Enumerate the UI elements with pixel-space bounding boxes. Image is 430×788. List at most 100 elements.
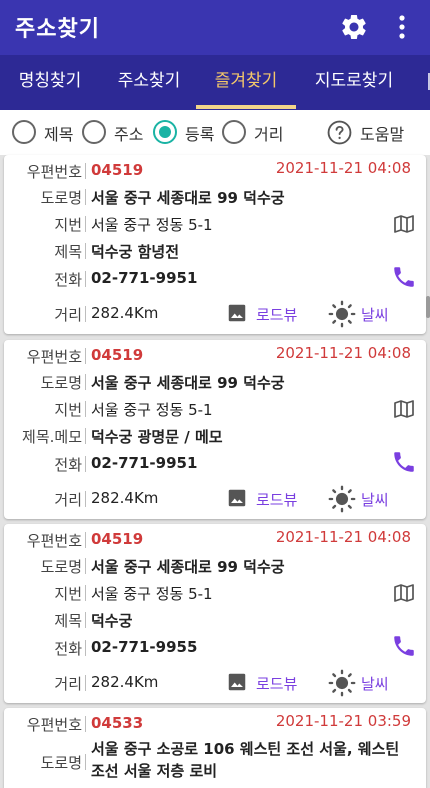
phone-number[interactable]: 02-771-9951: [91, 269, 197, 287]
divider: [85, 716, 86, 732]
jibun-label: 지번: [54, 401, 82, 419]
road-address[interactable]: 서울 중구 세종대로 99 덕수궁: [91, 187, 285, 208]
divider: [85, 348, 86, 364]
registered-date: 2021-11-21 03:59: [275, 712, 411, 730]
road-address[interactable]: 서울 중구 세종대로 99 덕수궁: [91, 372, 285, 393]
phone-number[interactable]: 02-771-9955: [91, 638, 197, 656]
place-title: 덕수궁: [91, 612, 133, 630]
zip-label: 우편번호: [26, 716, 82, 734]
sun-icon[interactable]: [328, 669, 356, 697]
road-label: 도로명: [40, 374, 82, 392]
divider: [85, 428, 86, 444]
divider: [85, 401, 86, 417]
tab-indicator: [196, 105, 296, 109]
phone-icon[interactable]: [391, 264, 417, 290]
phone-label: 전화: [54, 640, 82, 658]
divider: [85, 675, 86, 691]
divider: [85, 243, 86, 259]
radio-address-label[interactable]: 주소: [114, 121, 143, 145]
roadview-button[interactable]: 로드뷰: [256, 304, 297, 325]
road-address[interactable]: 서울 중구 세종대로 99 덕수궁: [91, 556, 285, 577]
weather-button[interactable]: 날씨: [361, 304, 389, 325]
radio-title[interactable]: [12, 120, 36, 144]
sun-icon[interactable]: [328, 485, 356, 513]
gear-icon[interactable]: [339, 12, 369, 42]
zip-code: 04519: [91, 346, 144, 364]
zip-code: 04519: [91, 161, 144, 179]
divider: [85, 491, 86, 507]
divider: [85, 374, 86, 390]
favorite-card[interactable]: 우편번호 04519 2021-11-21 04:08 도로명 서울 중구 세종…: [4, 524, 426, 703]
map-icon[interactable]: [391, 212, 417, 236]
divider: [85, 558, 86, 574]
divider: [85, 216, 86, 232]
distance-value: 282.4Km: [91, 304, 159, 322]
distance-value: 282.4Km: [91, 673, 159, 691]
map-icon[interactable]: [391, 581, 417, 605]
title-label: 제목: [54, 243, 82, 261]
app-title: 주소찾기: [15, 17, 100, 42]
radio-registered[interactable]: [153, 120, 177, 144]
road-label: 도로명: [40, 558, 82, 576]
title-label: 제목: [54, 612, 82, 630]
tab-favorites[interactable]: 즐겨찾기: [196, 55, 296, 110]
zip-label: 우편번호: [26, 532, 82, 550]
favorite-card[interactable]: 우편번호 04519 2021-11-21 04:08 도로명 서울 중구 세종…: [4, 155, 426, 334]
sort-options: 제목 주소 등록 거리 도움말: [0, 110, 430, 155]
phone-number[interactable]: 02-771-9951: [91, 454, 197, 472]
divider: [85, 754, 86, 770]
registered-date: 2021-11-21 04:08: [275, 159, 411, 177]
tab-address-search[interactable]: 주소찾기: [101, 55, 197, 110]
radio-distance[interactable]: [222, 120, 246, 144]
jibun-address[interactable]: 서울 중구 정동 5-1: [91, 399, 213, 420]
distance-label: 거리: [54, 491, 82, 509]
roadview-button[interactable]: 로드뷰: [256, 489, 297, 510]
favorite-card[interactable]: 우편번호 04533 2021-11-21 03:59 도로명 서울 중구 소공…: [4, 708, 426, 788]
help-label[interactable]: 도움말: [360, 121, 404, 145]
phone-label: 전화: [54, 456, 82, 474]
radio-registered-label[interactable]: 등록: [185, 121, 214, 145]
place-title: 덕수궁 함녕전: [91, 243, 180, 261]
favorite-card[interactable]: 우편번호 04519 2021-11-21 04:08 도로명 서울 중구 세종…: [4, 340, 426, 519]
radio-distance-label[interactable]: 거리: [254, 121, 283, 145]
road-label: 도로명: [40, 189, 82, 207]
scrollbar-thumb[interactable]: [426, 296, 430, 318]
divider: [85, 532, 86, 548]
image-icon[interactable]: [226, 302, 248, 324]
divider: [85, 585, 86, 601]
radio-address[interactable]: [82, 120, 106, 144]
app-bar: 주소찾기: [0, 0, 430, 55]
tab-map-search[interactable]: 지도로찾기: [302, 55, 406, 110]
weather-button[interactable]: 날씨: [361, 673, 389, 694]
road-address[interactable]: 서울 중구 소공로 106 웨스틴 조선 서울, 웨스틴 조선 서울 저층 로비: [91, 738, 411, 782]
phone-icon[interactable]: [391, 449, 417, 475]
jibun-address[interactable]: 서울 중구 정동 5-1: [91, 214, 213, 235]
zip-code: 04533: [91, 714, 144, 732]
help-icon[interactable]: [327, 120, 352, 145]
phone-label: 전화: [54, 271, 82, 289]
tab-overflow[interactable]: |: [424, 55, 430, 110]
weather-button[interactable]: 날씨: [361, 489, 389, 510]
jibun-address[interactable]: 서울 중구 정동 5-1: [91, 583, 213, 604]
map-icon[interactable]: [391, 397, 417, 421]
divider: [85, 306, 86, 322]
registered-date: 2021-11-21 04:08: [275, 528, 411, 546]
divider: [85, 271, 86, 287]
zip-code: 04519: [91, 530, 144, 548]
sun-icon[interactable]: [328, 300, 356, 328]
divider: [85, 456, 86, 472]
more-vert-icon[interactable]: [390, 12, 414, 42]
registered-date: 2021-11-21 04:08: [275, 344, 411, 362]
distance-value: 282.4Km: [91, 489, 159, 507]
zip-label: 우편번호: [26, 348, 82, 366]
image-icon[interactable]: [226, 671, 248, 693]
divider: [85, 612, 86, 628]
title-memo-label: 제목.메모: [22, 428, 82, 446]
image-icon[interactable]: [226, 487, 248, 509]
roadview-button[interactable]: 로드뷰: [256, 673, 297, 694]
distance-label: 거리: [54, 675, 82, 693]
tab-bar: 명칭찾기 주소찾기 즐겨찾기 지도로찾기 |: [0, 55, 430, 110]
tab-name-search[interactable]: 명칭찾기: [2, 55, 98, 110]
radio-title-label[interactable]: 제목: [44, 121, 73, 145]
phone-icon[interactable]: [391, 633, 417, 659]
